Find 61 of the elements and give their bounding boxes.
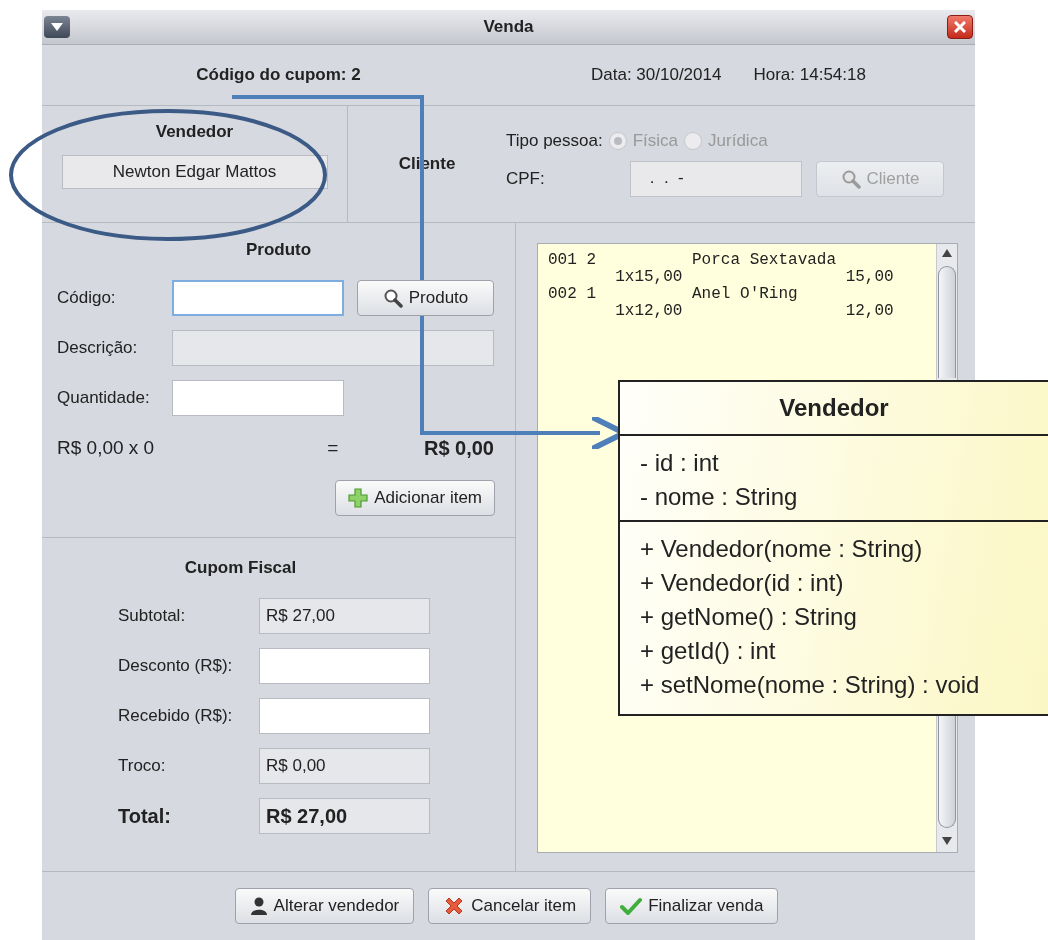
- time-label: Hora: 14:54:18: [753, 65, 866, 85]
- search-icon: [840, 169, 861, 189]
- window-title: Venda: [483, 17, 534, 37]
- item-code: 002: [548, 286, 577, 303]
- scrollbar-thumb[interactable]: [938, 716, 956, 828]
- person-icon: [249, 896, 268, 916]
- date-label: Data: 30/10/2014: [591, 65, 722, 85]
- item-code: 001: [548, 252, 577, 269]
- item-quantity: 2: [586, 252, 596, 269]
- input-field[interactable]: [259, 698, 430, 734]
- item-price: 12,00: [844, 303, 894, 320]
- seller-heading: Vendedor: [155, 122, 234, 142]
- field-label: Descrição:: [57, 338, 139, 358]
- product-search-button[interactable]: Produto: [357, 280, 494, 316]
- item-description: Anel O'Ring: [692, 286, 799, 303]
- check-icon: [620, 897, 643, 915]
- class-method: + Vendedor(id : int): [640, 568, 845, 598]
- class-method: + setNome(nome : String) : void: [640, 670, 981, 700]
- class-method: + getNome() : String: [640, 602, 858, 632]
- field-label: Recebido (R$):: [118, 706, 234, 726]
- item-unit-price: 1x15,00: [615, 269, 684, 286]
- input-field[interactable]: [172, 280, 344, 316]
- input-field[interactable]: [172, 380, 344, 416]
- item-total: R$ 0,00: [423, 436, 494, 460]
- close-button[interactable]: [947, 15, 973, 39]
- class-attribute: - nome : String: [640, 482, 799, 512]
- coupon-code-label: Código do cupom: 2: [195, 65, 362, 85]
- equals-sign: =: [327, 437, 339, 459]
- action-button[interactable]: Cancelar item: [428, 888, 592, 924]
- item-unit-price: 1x12,00: [615, 303, 684, 320]
- total-field: R$ 27,00: [259, 798, 430, 834]
- add-item-button[interactable]: Adicionar item: [335, 480, 495, 516]
- class-method: + Vendedor(nome : String): [640, 534, 924, 564]
- scroll-down-icon[interactable]: [942, 837, 952, 845]
- price-formula: R$ 0,00 x 0: [57, 437, 155, 459]
- input-field[interactable]: [259, 648, 430, 684]
- action-button[interactable]: Alterar vendedor: [234, 888, 415, 924]
- scroll-up-icon[interactable]: [942, 249, 952, 257]
- field-label: Subtotal:: [118, 606, 187, 626]
- field-label: Desconto (R$):: [118, 656, 234, 676]
- window-menu-button[interactable]: [44, 16, 70, 38]
- person-type-label: Tipo pessoa:: [506, 131, 603, 151]
- item-price: 15,00: [844, 269, 894, 286]
- item-quantity: 1: [586, 286, 596, 303]
- product-heading: Produto: [244, 240, 313, 260]
- plus-icon: [348, 488, 369, 508]
- field-label: Código:: [57, 288, 117, 308]
- action-button[interactable]: Finalizar venda: [605, 888, 779, 924]
- total-label: Total:: [118, 804, 172, 828]
- search-icon: [382, 288, 403, 308]
- close-icon: [954, 21, 966, 33]
- class-method: + getId() : int: [640, 636, 777, 666]
- receipt-heading: Cupom Fiscal: [183, 558, 298, 578]
- scrollbar-thumb[interactable]: [938, 266, 956, 378]
- field-label: Quantidade:: [57, 388, 151, 408]
- class-attribute: - id : int: [640, 448, 720, 478]
- class-name: Vendedor: [620, 382, 1048, 436]
- caret-icon: [51, 23, 63, 31]
- field-label: Troco:: [118, 756, 167, 776]
- item-description: Porca Sextavada: [692, 252, 838, 269]
- cpf-label: CPF:: [506, 169, 546, 189]
